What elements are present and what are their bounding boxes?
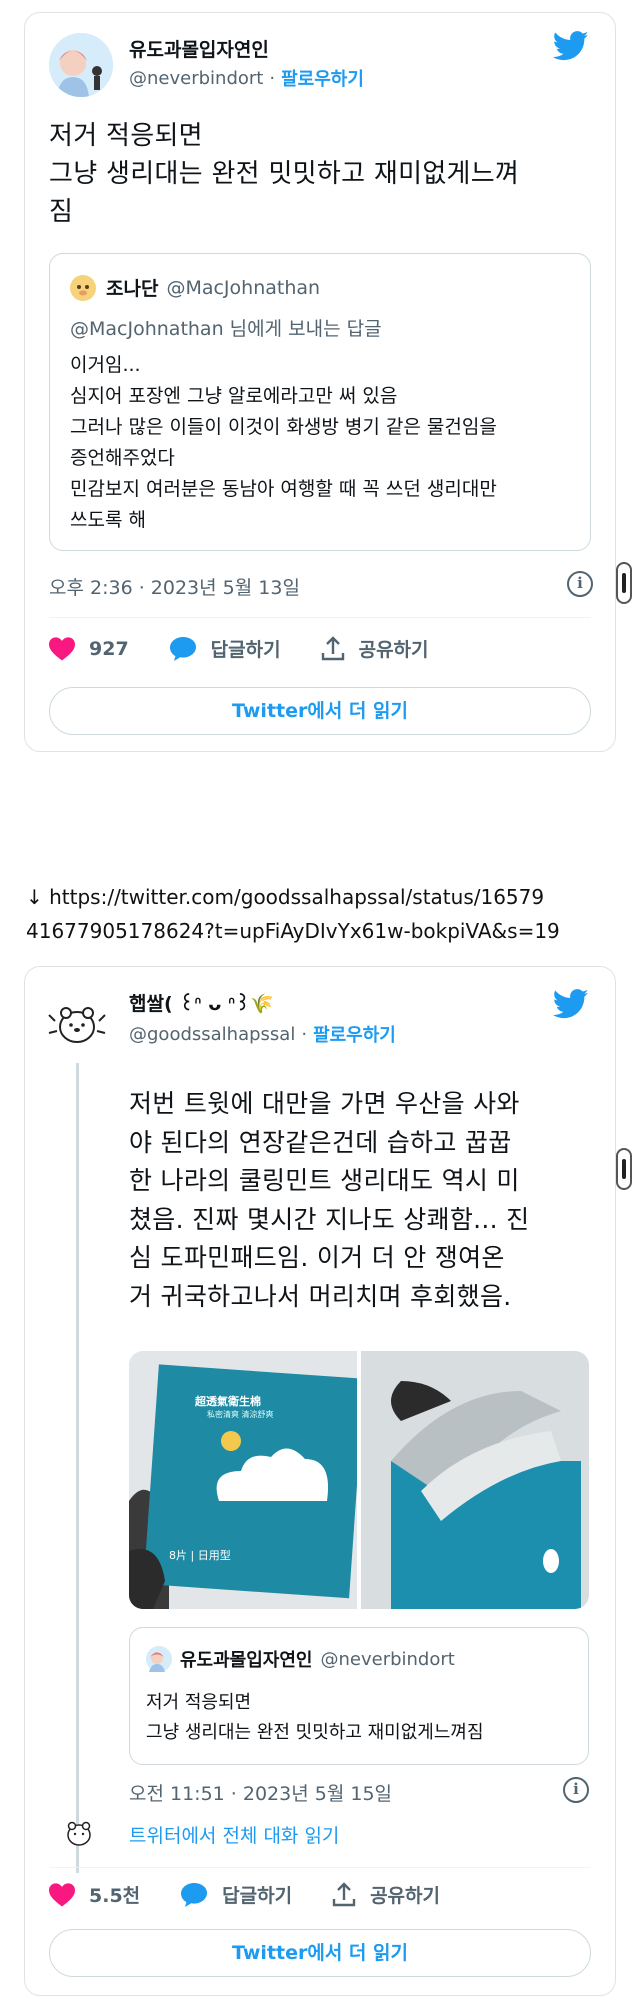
like-button[interactable]: 927 bbox=[49, 636, 129, 661]
quoted-name: 조나단 bbox=[106, 278, 159, 300]
separator: · bbox=[301, 1023, 308, 1045]
quoted-tweet[interactable]: 유도과몰입자연인 @neverbindort 저거 적응되면 그냥 생리대는 완… bbox=[129, 1627, 589, 1765]
source-url[interactable]: ↓ https://twitter.com/goodssalhapssal/st… bbox=[26, 880, 626, 948]
quoted-text: 저거 적응되면 그냥 생리대는 완전 밋밋하고 재미없게느껴짐 bbox=[146, 1692, 484, 1743]
action-bar: 5.5천 답글하기 공유하기 bbox=[49, 1881, 480, 1908]
share-button[interactable]: 공유하기 bbox=[321, 635, 429, 662]
quoted-author-row: 조나단 @MacJohnathan bbox=[70, 274, 320, 301]
quoted-tweet[interactable]: 조나단 @MacJohnathan @MacJohnathan 님에게 보내는 … bbox=[49, 253, 591, 551]
thread-link[interactable]: 트위터에서 전체 대화 읽기 bbox=[129, 1821, 339, 1848]
heart-icon bbox=[49, 1882, 75, 1906]
share-label: 공유하기 bbox=[370, 1885, 440, 1907]
author-name[interactable]: 햅쌀( ꒰ᐢ ᴗ ᐢ꒱🌾 bbox=[129, 989, 274, 1016]
package-open-illustration bbox=[361, 1351, 589, 1609]
thread-line bbox=[76, 1063, 79, 1873]
tweet-card-2: 햅쌀( ꒰ᐢ ᴗ ᐢ꒱🌾 @goodssalhapssal · 팔로우하기 저번… bbox=[24, 966, 616, 1996]
timestamp[interactable]: 오전 11:51 · 2023년 5월 15일 bbox=[129, 1779, 392, 1806]
reply-button[interactable]: 답글하기 bbox=[180, 1881, 292, 1908]
timestamp[interactable]: 오후 2:36 · 2023년 5월 13일 bbox=[49, 573, 300, 600]
photo-package-front[interactable]: 超透氣衛生棉 私密清爽 清涼舒爽 8片 | 日用型 bbox=[129, 1351, 357, 1609]
info-icon[interactable]: i bbox=[563, 1777, 589, 1803]
reply-label: 답글하기 bbox=[222, 1885, 293, 1907]
share-icon bbox=[332, 1881, 356, 1906]
twitter-logo-icon[interactable] bbox=[553, 31, 589, 61]
quoted-handle: @neverbindort bbox=[320, 1648, 455, 1670]
author-handle-row: @neverbindort · 팔로우하기 bbox=[129, 65, 364, 91]
quoted-handle: @MacJohnathan bbox=[166, 276, 321, 299]
reply-to-label: @MacJohnathan 님에게 보내는 답글 bbox=[70, 318, 382, 340]
author-handle[interactable]: @neverbindort bbox=[129, 68, 263, 89]
reply-label: 답글하기 bbox=[210, 639, 281, 661]
read-more-button[interactable]: Twitter에서 더 읽기 bbox=[49, 687, 591, 735]
share-button[interactable]: 공유하기 bbox=[332, 1881, 440, 1908]
like-count: 5.5천 bbox=[89, 1885, 141, 1907]
quoted-avatar bbox=[70, 274, 96, 301]
tweet-card-1: 유도과몰입자연인 @neverbindort · 팔로우하기 저거 적응되면 그… bbox=[24, 12, 616, 752]
scroll-handle[interactable] bbox=[616, 1148, 632, 1190]
package-count-text: 8片 | 日用型 bbox=[169, 1549, 231, 1562]
author-avatar[interactable] bbox=[45, 991, 109, 1055]
tweet-text: 저거 적응되면 그냥 생리대는 완전 밋밋하고 재미없게느껴 짐 bbox=[49, 121, 520, 227]
quoted-name: 유도과몰입자연인 bbox=[180, 1650, 313, 1671]
author-name[interactable]: 유도과몰입자연인 bbox=[129, 35, 269, 62]
share-label: 공유하기 bbox=[358, 639, 429, 661]
photo-package-open[interactable] bbox=[361, 1351, 589, 1609]
reply-button[interactable]: 답글하기 bbox=[169, 635, 281, 662]
follow-button[interactable]: 팔로우하기 bbox=[281, 65, 364, 91]
twitter-logo-icon[interactable] bbox=[553, 989, 589, 1019]
author-handle[interactable]: @goodssalhapssal bbox=[129, 1024, 295, 1045]
speech-bubble-icon bbox=[181, 1882, 208, 1907]
media-grid[interactable]: 超透氣衛生棉 私密清爽 清涼舒爽 8片 | 日用型 bbox=[129, 1351, 589, 1609]
share-icon bbox=[321, 635, 344, 660]
tweet-text: 저번 트윗에 대만을 가면 우산을 사와 야 된다의 연장같은건데 습하고 꿉꿉… bbox=[129, 1089, 530, 1311]
read-more-button[interactable]: Twitter에서 더 읽기 bbox=[49, 1929, 591, 1977]
scroll-handle[interactable] bbox=[616, 562, 632, 604]
author-handle-row: @goodssalhapssal · 팔로우하기 bbox=[129, 1021, 396, 1047]
divider bbox=[49, 617, 591, 618]
small-avatar bbox=[67, 1821, 91, 1846]
quoted-avatar bbox=[146, 1646, 172, 1672]
quoted-author-row: 유도과몰입자연인 @neverbindort bbox=[146, 1646, 455, 1672]
speech-bubble-icon bbox=[169, 636, 196, 661]
divider bbox=[49, 1867, 591, 1868]
package-front-illustration bbox=[129, 1351, 357, 1609]
like-button[interactable]: 5.5천 bbox=[49, 1881, 140, 1908]
info-icon[interactable]: i bbox=[567, 571, 593, 597]
like-count: 927 bbox=[89, 637, 129, 660]
package-sub-text: 私密清爽 清涼舒爽 bbox=[207, 1410, 274, 1419]
author-avatar[interactable] bbox=[49, 33, 113, 97]
package-brand-text: 超透氣衛生棉 bbox=[195, 1395, 261, 1408]
heart-icon bbox=[49, 636, 75, 660]
follow-button[interactable]: 팔로우하기 bbox=[313, 1021, 396, 1047]
action-bar: 927 답글하기 공유하기 bbox=[49, 635, 469, 662]
quoted-text: 이거임... 심지어 포장엔 그냥 알로에라고만 써 있음 그러나 많은 이들이… bbox=[70, 354, 497, 531]
separator: · bbox=[269, 67, 276, 89]
